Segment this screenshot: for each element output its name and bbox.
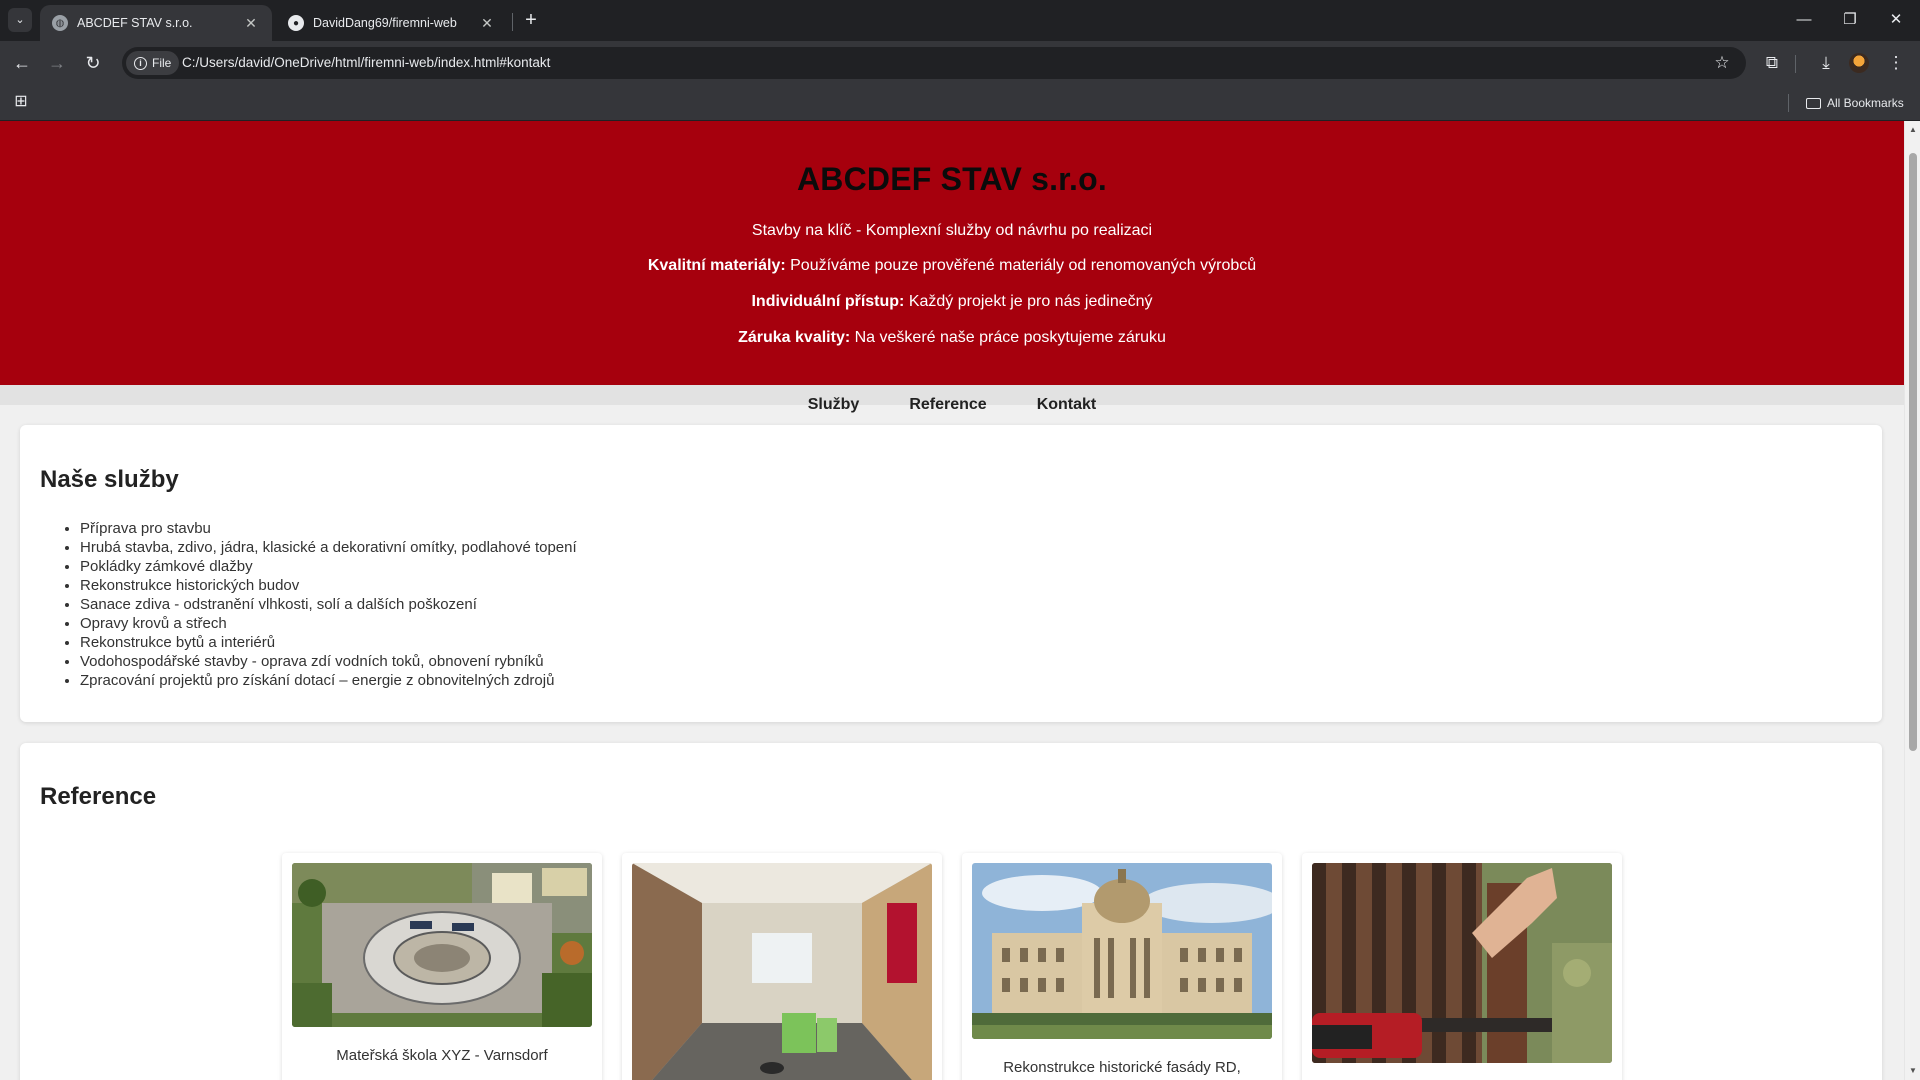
- nav-link-kontakt[interactable]: Kontakt: [1037, 385, 1097, 413]
- references-heading: Reference: [40, 783, 157, 810]
- toolbar-divider: [1795, 55, 1796, 73]
- reference-card[interactable]: Mateřská škola XYZ - Varnsdorf: [282, 853, 602, 1080]
- feature-label: Kvalitní materiály:: [647, 257, 786, 274]
- all-bookmarks-label: All Bookmarks: [1827, 96, 1904, 110]
- tab-title: DavidDang69/firemni-web: [313, 16, 457, 30]
- list-item: Vodohospodářské stavby - oprava zdí vodn…: [80, 652, 577, 671]
- feature-materials: Kvalitní materiály: Používáme pouze prov…: [0, 257, 1904, 275]
- arrow-right-icon[interactable]: →: [44, 50, 70, 76]
- all-bookmarks-button[interactable]: All Bookmarks: [1806, 85, 1904, 121]
- tab-github[interactable]: ● DavidDang69/firemni-web ✕: [276, 5, 508, 41]
- reference-image-facade: [972, 863, 1272, 1039]
- nav-link-sluzby[interactable]: Služby: [808, 385, 860, 413]
- kebab-menu-icon[interactable]: ⋮: [1884, 51, 1908, 75]
- reference-caption: Rekonstrukce historické fasády RD,: [1003, 1059, 1241, 1076]
- feature-text: Každý projekt je pro nás jedinečný: [904, 293, 1153, 310]
- reload-icon[interactable]: ↻: [80, 50, 106, 76]
- tab-strip: ⌄ ◍ ABCDEF STAV s.r.o. ✕ ● DavidDang69/f…: [0, 0, 1920, 41]
- globe-icon: ◍: [52, 15, 68, 31]
- arrow-left-icon[interactable]: ←: [9, 50, 35, 76]
- services-section: Naše služby Příprava pro stavbu Hrubá st…: [20, 425, 1882, 722]
- close-window-icon[interactable]: ✕: [1873, 0, 1919, 41]
- puzzle-icon[interactable]: ⧉: [1760, 51, 1784, 75]
- close-icon[interactable]: ✕: [242, 15, 260, 32]
- vertical-scrollbar[interactable]: ▲ ▼: [1904, 121, 1920, 1080]
- page-viewport: ABCDEF STAV s.r.o. Stavby na klíč - Komp…: [0, 121, 1904, 1080]
- list-item: Příprava pro stavbu: [80, 519, 577, 538]
- chevron-down-icon[interactable]: ⌄: [8, 8, 32, 32]
- list-item: Rekonstrukce bytů a interiérů: [80, 633, 577, 652]
- restore-icon[interactable]: ❐: [1827, 0, 1873, 41]
- info-icon: i: [134, 56, 147, 70]
- tagline: Stavby na klíč - Komplexní služby od náv…: [751, 222, 1153, 239]
- list-item: Rekonstrukce historických budov: [80, 576, 577, 595]
- feature-warranty: Záruka kvality: Na veškeré naše práce po…: [0, 329, 1904, 347]
- scroll-up-icon[interactable]: ▲: [1905, 123, 1920, 137]
- address-bar[interactable]: i File C:/Users/david/OneDrive/html/fire…: [122, 47, 1746, 79]
- tab-title: ABCDEF STAV s.r.o.: [77, 16, 193, 30]
- folder-icon: [1806, 97, 1821, 109]
- reference-card[interactable]: Rekonstrukce historické fasády RD,: [962, 853, 1282, 1080]
- hero-header: ABCDEF STAV s.r.o. Stavby na klíč - Komp…: [0, 121, 1904, 385]
- feature-text: Na veškeré naše práce poskytujeme záruku: [850, 329, 1166, 346]
- reference-image-interior: [632, 863, 932, 1080]
- close-icon[interactable]: ✕: [478, 15, 496, 32]
- reference-image-fence: [1312, 863, 1612, 1063]
- apps-grid-icon[interactable]: ⊞: [12, 93, 30, 111]
- main-nav: Služby Reference Kontakt: [0, 385, 1904, 413]
- star-icon[interactable]: ☆: [1710, 51, 1734, 75]
- feature-text: Používáme pouze prověřené materiály od r…: [785, 257, 1257, 274]
- nav-link-reference[interactable]: Reference: [909, 385, 986, 413]
- company-title: ABCDEF STAV s.r.o.: [796, 161, 1107, 197]
- bookmarks-bar: ⊞ All Bookmarks: [0, 85, 1920, 121]
- scroll-down-icon[interactable]: ▼: [1905, 1064, 1920, 1078]
- reference-image-kindergarten: [292, 863, 592, 1027]
- tab-divider: [512, 13, 513, 31]
- browser-toolbar: ← → ↻ i File C:/Users/david/OneDrive/htm…: [0, 41, 1920, 85]
- scrollbar-thumb[interactable]: [1909, 153, 1917, 751]
- download-icon[interactable]: ⤓: [1814, 51, 1838, 75]
- services-heading: Naše služby: [40, 466, 179, 493]
- scheme-label: File: [152, 56, 172, 70]
- reference-card[interactable]: [622, 853, 942, 1080]
- reference-card[interactable]: [1302, 853, 1622, 1080]
- new-tab-button[interactable]: +: [520, 9, 542, 31]
- bookmarks-divider: [1788, 94, 1789, 112]
- services-list: Příprava pro stavbu Hrubá stavba, zdivo,…: [80, 519, 577, 690]
- feature-label: Záruka kvality:: [738, 329, 851, 346]
- tab-abcdef-stav[interactable]: ◍ ABCDEF STAV s.r.o. ✕: [40, 5, 272, 41]
- list-item: Pokládky zámkové dlažby: [80, 557, 577, 576]
- minimize-icon[interactable]: —: [1781, 0, 1827, 41]
- site-info-chip[interactable]: i File: [126, 51, 180, 75]
- list-item: Sanace zdiva - odstranění vlhkosti, solí…: [80, 595, 577, 614]
- list-item: Hrubá stavba, zdivo, jádra, klasické a d…: [80, 538, 577, 557]
- github-icon: ●: [288, 15, 304, 31]
- feature-approach: Individuální přístup: Každý projekt je p…: [0, 293, 1904, 311]
- url-text[interactable]: C:/Users/david/OneDrive/html/firemni-web…: [182, 47, 550, 79]
- reference-caption: Mateřská škola XYZ - Varnsdorf: [336, 1047, 548, 1064]
- list-item: Zpracování projektů pro získání dotací –…: [80, 671, 577, 690]
- list-item: Opravy krovů a střech: [80, 614, 577, 633]
- profile-avatar[interactable]: [1849, 53, 1869, 73]
- references-section: Reference Mateřská škola XYZ - Varnsdorf…: [20, 743, 1882, 1080]
- feature-label: Individuální přístup:: [751, 293, 905, 310]
